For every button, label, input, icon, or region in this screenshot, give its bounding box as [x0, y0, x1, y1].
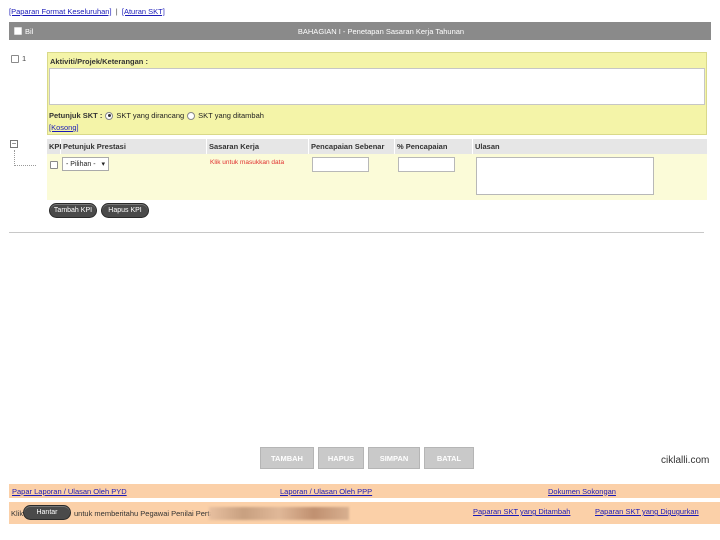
tambah-button[interactable]: TAMBAH	[260, 447, 314, 469]
collapse-icon[interactable]: −	[10, 140, 18, 148]
hapus-button[interactable]: HAPUS	[318, 447, 364, 469]
col-sasaran-kerja: Sasaran Kerja	[207, 139, 309, 154]
radio-skt-dirancang-label: SKT yang dirancang	[116, 111, 185, 120]
link-laporan-ppp[interactable]: Laporan / Ulasan Oleh PPP	[280, 487, 372, 496]
link-laporan-pyd[interactable]: Papar Laporan / Ulasan Oleh PYD	[12, 487, 127, 496]
link-paparan-format[interactable]: [Paparan Format Keseluruhan]	[9, 7, 112, 16]
watermark: ciklalli.com	[661, 455, 710, 466]
redacted-name	[209, 507, 349, 520]
bil-column: Bil	[9, 27, 51, 36]
pencapaian-sebenar-input[interactable]	[312, 157, 369, 172]
kosong-link[interactable]: [Kosong]	[49, 123, 79, 132]
radio-skt-ditambah[interactable]	[187, 111, 196, 120]
radio-skt-ditambah-label: SKT yang ditambah	[198, 111, 264, 120]
tambah-kpi-button[interactable]: Tambah KPI	[49, 203, 97, 218]
col-pencapaian-sebenar: Pencapaian Sebenar	[309, 139, 395, 154]
chevron-down-icon: ▾	[101, 161, 105, 168]
footer-bar-submit: Klik Hantar untuk memberitahu Pegawai Pe…	[9, 502, 720, 524]
footer-bar-links: Papar Laporan / Ulasan Oleh PYD Laporan …	[9, 484, 720, 498]
aktiviti-label: Aktiviti/Projek/Keterangan :	[50, 57, 148, 66]
petunjuk-skt-label: Petunjuk SKT :	[49, 111, 103, 120]
col-peratus-pencapaian: % Pencapaian	[395, 139, 473, 154]
select-all-checkbox[interactable]	[14, 27, 22, 35]
aktiviti-textarea[interactable]	[49, 68, 705, 105]
link-skt-digugurkan[interactable]: Paparan SKT yang Digugurkan	[595, 507, 699, 516]
link-aturan-skt[interactable]: [Aturan SKT]	[122, 7, 165, 16]
tree-connector	[14, 150, 36, 166]
batal-button[interactable]: BATAL	[424, 447, 474, 469]
hapus-kpi-button[interactable]: Hapus KPI	[101, 203, 149, 218]
kpi-table-header: KPI Petunjuk Prestasi Sasaran Kerja Penc…	[47, 139, 707, 154]
bil-label: Bil	[25, 26, 34, 36]
select-value: - Pilihan -	[66, 160, 96, 168]
link-skt-ditambah[interactable]: Paparan SKT yang Ditambah	[473, 507, 570, 516]
petunjuk-prestasi-select[interactable]: - Pilihan - ▾	[62, 157, 109, 171]
row-number-label: 1	[22, 54, 27, 63]
section-header: Bil BAHAGIAN I - Penetapan Sasaran Kerja…	[9, 22, 711, 40]
divider	[9, 232, 704, 233]
link-dokumen-sokongan[interactable]: Dokumen Sokongan	[548, 487, 616, 496]
radio-skt-dirancang[interactable]	[105, 111, 114, 120]
peratus-pencapaian-input[interactable]	[398, 157, 455, 172]
klik-label: Klik	[11, 509, 24, 518]
row-number: 1	[11, 54, 26, 63]
ulasan-textarea[interactable]	[476, 157, 654, 195]
col-petunjuk-prestasi: Petunjuk Prestasi	[61, 139, 207, 154]
col-kpi: KPI	[47, 139, 62, 154]
section-title: BAHAGIAN I - Penetapan Sasaran Kerja Tah…	[297, 26, 465, 36]
col-ulasan: Ulasan	[475, 142, 500, 151]
sasaran-kerja-hint[interactable]: Klik untuk masukkan data	[210, 159, 284, 166]
untuk-label: untuk memberitahu Pegawai Penilai Pertam…	[74, 509, 225, 518]
kpi-row-checkbox[interactable]	[50, 161, 58, 169]
petunjuk-skt-row: Petunjuk SKT : SKT yang dirancang SKT ya…	[49, 111, 264, 120]
top-links: [Paparan Format Keseluruhan] | [Aturan S…	[9, 7, 165, 16]
simpan-button[interactable]: SIMPAN	[368, 447, 420, 469]
hantar-button[interactable]: Hantar	[23, 505, 71, 520]
row-checkbox[interactable]	[11, 54, 19, 63]
